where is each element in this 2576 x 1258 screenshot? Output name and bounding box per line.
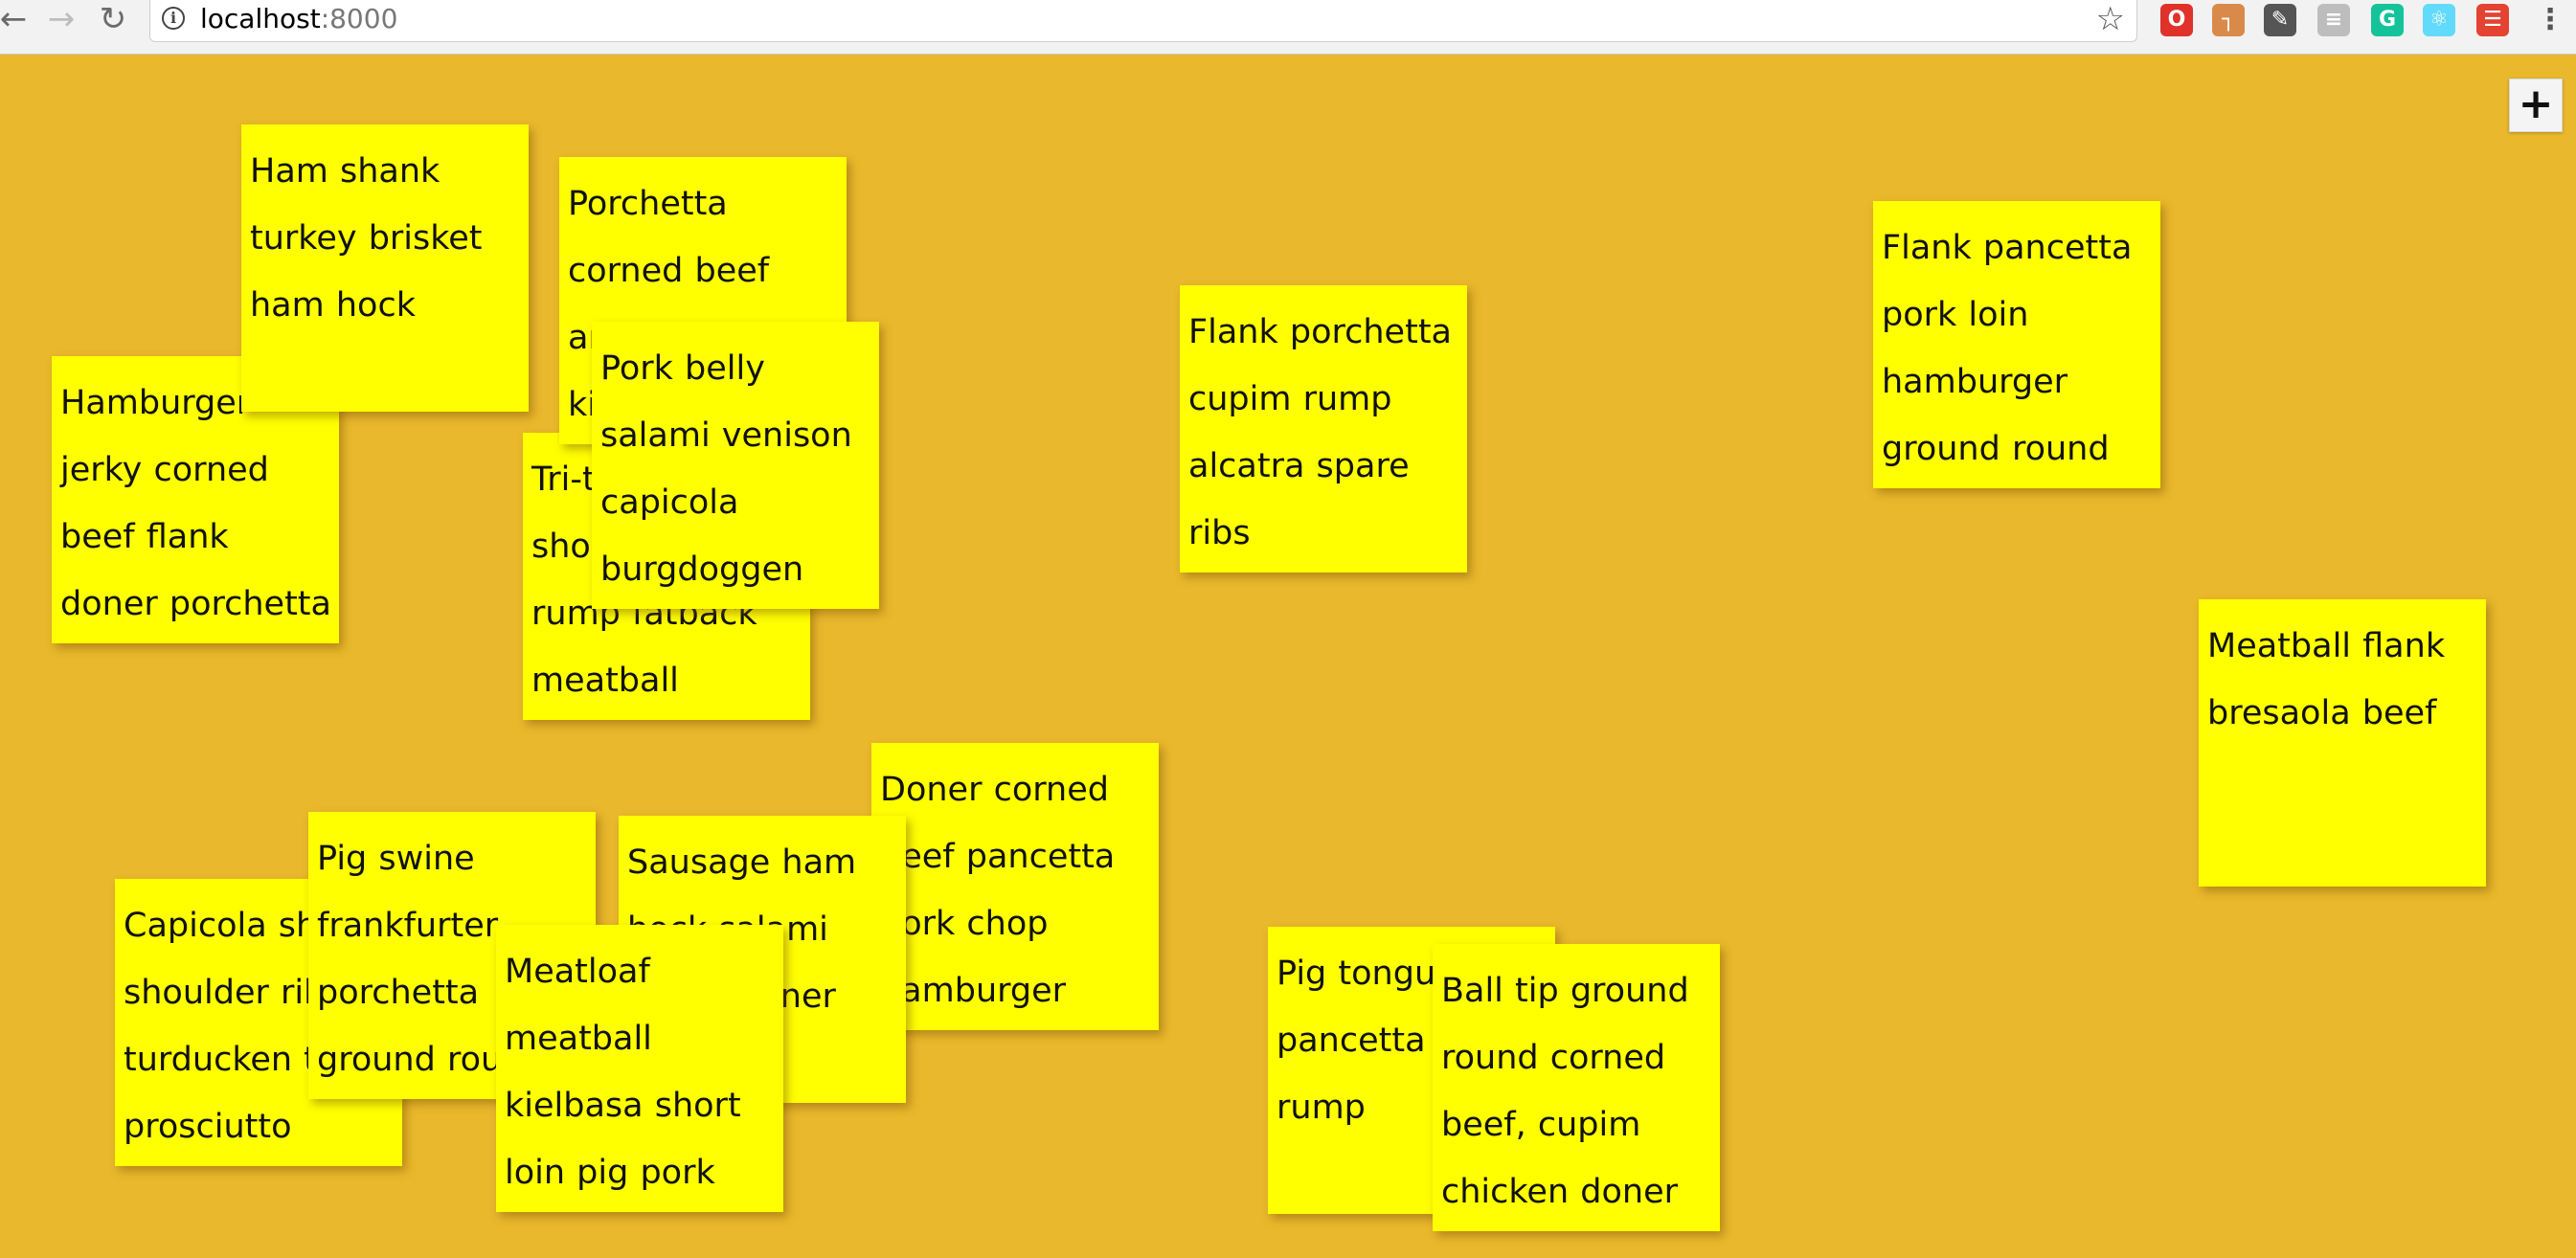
sticky-note[interactable]: Doner corned beef pancetta pork chop ham… [871, 743, 1159, 1030]
url-text[interactable]: localhost:8000 [200, 0, 397, 38]
note-text[interactable]: Flank porchetta cupim rump alcatra spare… [1188, 299, 1459, 567]
note-text[interactable]: Ball tip ground round corned beef, cupim… [1441, 957, 1712, 1231]
sticky-note[interactable]: Flank porchetta cupim rump alcatra spare… [1180, 285, 1467, 573]
puzzle-icon[interactable]: ≡ [2317, 4, 2350, 36]
address-bar[interactable]: i localhost:8000 ☆ [149, 0, 2137, 42]
grammarly-icon[interactable]: G [2371, 4, 2404, 36]
info-icon[interactable]: i [162, 7, 185, 30]
sticky-note[interactable]: Ball tip ground round corned beef, cupim… [1433, 944, 1720, 1231]
todoist-icon[interactable]: ☰ [2476, 4, 2509, 36]
sticky-board: + Hamburger jerky corned beef flank done… [0, 54, 2576, 1258]
note-text[interactable]: Ham shank turkey brisket ham hock [250, 138, 521, 339]
sticky-note[interactable]: Flank pancetta pork loin hamburger groun… [1873, 201, 2160, 488]
pin-icon[interactable]: ┐ [2212, 4, 2245, 36]
note-text[interactable]: Flank pancetta pork loin hamburger groun… [1882, 214, 2153, 483]
note-text[interactable]: Meatball flank bresaola beef [2207, 613, 2478, 747]
note-text[interactable]: Meatloaf meatball kielbasa short loin pi… [505, 938, 776, 1212]
back-icon[interactable]: ← [0, 0, 33, 38]
bookmark-star-icon[interactable]: ☆ [2096, 0, 2125, 38]
menu-icon[interactable]: ⋮ [2536, 2, 2565, 38]
reload-icon[interactable]: ↻ [94, 0, 132, 38]
sticky-note[interactable]: Meatball flank bresaola beef [2199, 599, 2486, 887]
react-icon[interactable]: ⚛ [2423, 4, 2455, 36]
note-text[interactable]: Pork belly salami venison capicola burgd… [600, 335, 871, 609]
opera-icon[interactable]: O [2160, 4, 2193, 36]
note-text[interactable]: Doner corned beef pancetta pork chop ham… [880, 756, 1151, 1024]
pencil-icon[interactable]: ✎ [2264, 4, 2296, 36]
add-note-button[interactable]: + [2509, 79, 2563, 132]
browser-toolbar: ← → ↻ i localhost:8000 ☆ O ┐ ✎ ≡ G ⚛ ☰ ⋮ [0, 0, 2576, 55]
sticky-note[interactable]: Ham shank turkey brisket ham hock [241, 124, 529, 412]
sticky-note[interactable]: Pork belly salami venison capicola burgd… [592, 322, 879, 609]
sticky-note[interactable]: Meatloaf meatball kielbasa short loin pi… [496, 925, 783, 1212]
forward-icon[interactable]: → [42, 0, 80, 38]
